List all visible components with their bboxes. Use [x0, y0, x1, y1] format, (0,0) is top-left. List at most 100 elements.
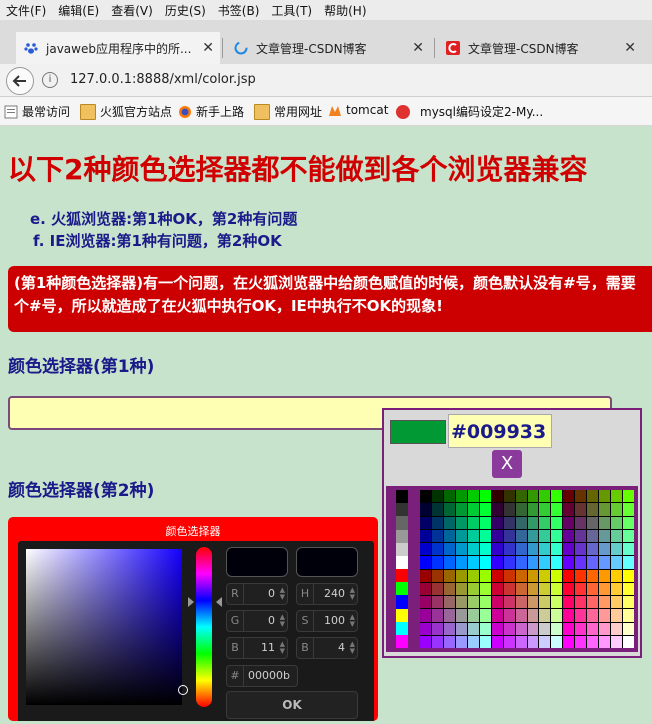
color-swatch[interactable] — [443, 635, 455, 648]
color-swatch[interactable] — [491, 556, 503, 569]
color-swatch[interactable] — [503, 556, 515, 569]
color-swatch[interactable] — [479, 635, 491, 648]
color-swatch[interactable] — [431, 622, 443, 635]
color-swatch[interactable] — [539, 490, 551, 503]
color-swatch[interactable] — [623, 635, 634, 648]
color-swatch[interactable] — [491, 622, 503, 635]
color-swatch[interactable] — [575, 529, 587, 542]
color-swatch[interactable] — [455, 569, 467, 582]
color-swatch[interactable] — [431, 569, 443, 582]
menu-tools[interactable]: 工具(T) — [265, 2, 318, 19]
menu-history[interactable]: 历史(S) — [159, 2, 212, 19]
color-swatch[interactable] — [563, 556, 575, 569]
color-swatch[interactable] — [623, 516, 634, 529]
color-swatch[interactable] — [587, 569, 599, 582]
color-swatch[interactable] — [491, 582, 503, 595]
color-swatch[interactable] — [515, 622, 527, 635]
spinner-icon[interactable]: ▲ ▼ — [350, 641, 355, 655]
color-swatch[interactable] — [431, 609, 443, 622]
color-swatch[interactable] — [420, 596, 431, 609]
color-swatch[interactable] — [611, 622, 623, 635]
color-swatch[interactable] — [515, 596, 527, 609]
color-swatch[interactable] — [587, 543, 599, 556]
color-swatch[interactable] — [396, 529, 408, 543]
color-swatch[interactable] — [503, 503, 515, 516]
color-swatch[interactable] — [551, 490, 563, 503]
color-swatch[interactable] — [491, 516, 503, 529]
color-swatch[interactable] — [503, 516, 515, 529]
color-swatch[interactable] — [551, 622, 563, 635]
color-swatch[interactable] — [467, 635, 479, 648]
color-swatch[interactable] — [599, 556, 611, 569]
color-swatch[interactable] — [431, 596, 443, 609]
color-swatch[interactable] — [587, 622, 599, 635]
bookmark-most-visited[interactable]: 最常访问 — [4, 103, 70, 120]
color-swatch[interactable] — [539, 622, 551, 635]
color-swatch[interactable] — [467, 596, 479, 609]
color-swatch[interactable] — [479, 503, 491, 516]
color-swatch[interactable] — [420, 569, 431, 582]
color-swatch[interactable] — [420, 635, 431, 648]
color-swatch[interactable] — [551, 596, 563, 609]
color-swatch[interactable] — [575, 635, 587, 648]
color-swatch[interactable] — [539, 635, 551, 648]
color-swatch[interactable] — [527, 635, 539, 648]
color-swatch[interactable] — [443, 582, 455, 595]
url-bar[interactable]: 127.0.0.1:8888/xml/color.jsp — [70, 72, 256, 87]
color-swatch[interactable] — [443, 516, 455, 529]
color-swatch[interactable] — [467, 516, 479, 529]
color-swatch[interactable] — [443, 490, 455, 503]
color-swatch[interactable] — [431, 503, 443, 516]
blue-field[interactable]: B 11 ▲ ▼ — [226, 637, 288, 659]
color-swatch[interactable] — [479, 556, 491, 569]
color-swatch[interactable] — [611, 609, 623, 622]
color-swatch[interactable] — [455, 556, 467, 569]
color-swatch[interactable] — [575, 490, 587, 503]
color-swatch[interactable] — [503, 635, 515, 648]
color-swatch[interactable] — [575, 503, 587, 516]
color-swatch[interactable] — [443, 503, 455, 516]
color-swatch[interactable] — [587, 490, 599, 503]
back-button[interactable] — [6, 67, 34, 95]
hue-slider[interactable] — [196, 547, 212, 707]
saturation-field[interactable]: S 100 ▲ ▼ — [296, 610, 358, 632]
menu-bookmarks[interactable]: 书签(B) — [212, 2, 266, 19]
color-swatch[interactable] — [396, 582, 408, 596]
close-icon[interactable]: ✕ — [202, 40, 214, 56]
info-icon[interactable]: i — [42, 72, 58, 88]
color-swatch[interactable] — [539, 556, 551, 569]
red-field[interactable]: R 0 ▲ ▼ — [226, 583, 288, 605]
color-swatch[interactable] — [515, 609, 527, 622]
color-swatch[interactable] — [527, 516, 539, 529]
color-swatch[interactable] — [551, 503, 563, 516]
color-swatch[interactable] — [479, 516, 491, 529]
color-swatch[interactable] — [467, 622, 479, 635]
color-swatch[interactable] — [455, 622, 467, 635]
color-swatch[interactable] — [623, 582, 634, 595]
color-swatch[interactable] — [431, 556, 443, 569]
color-swatch[interactable] — [396, 621, 408, 635]
sv-cursor[interactable] — [178, 685, 188, 695]
color-swatch[interactable] — [575, 609, 587, 622]
color-swatch[interactable] — [479, 596, 491, 609]
color-swatch[interactable] — [396, 490, 408, 504]
color-swatch[interactable] — [467, 609, 479, 622]
color-swatch[interactable] — [599, 543, 611, 556]
close-icon[interactable]: ✕ — [624, 40, 636, 56]
color-swatch[interactable] — [563, 503, 575, 516]
color-swatch[interactable] — [527, 622, 539, 635]
color-swatch[interactable] — [515, 556, 527, 569]
color-swatch[interactable] — [503, 609, 515, 622]
color-swatch[interactable] — [551, 609, 563, 622]
tab-3[interactable]: 文章管理-CSDN博客 ✕ — [438, 32, 642, 64]
close-button[interactable]: X — [492, 450, 522, 478]
color-swatch[interactable] — [623, 556, 634, 569]
color-swatch[interactable] — [539, 582, 551, 595]
color-swatch[interactable] — [611, 516, 623, 529]
color-swatch[interactable] — [443, 609, 455, 622]
color-swatch[interactable] — [599, 582, 611, 595]
color-swatch[interactable] — [611, 596, 623, 609]
color-swatch[interactable] — [611, 529, 623, 542]
bookmark-getting-started[interactable]: 新手上路 — [178, 103, 244, 120]
color-swatch[interactable] — [491, 543, 503, 556]
